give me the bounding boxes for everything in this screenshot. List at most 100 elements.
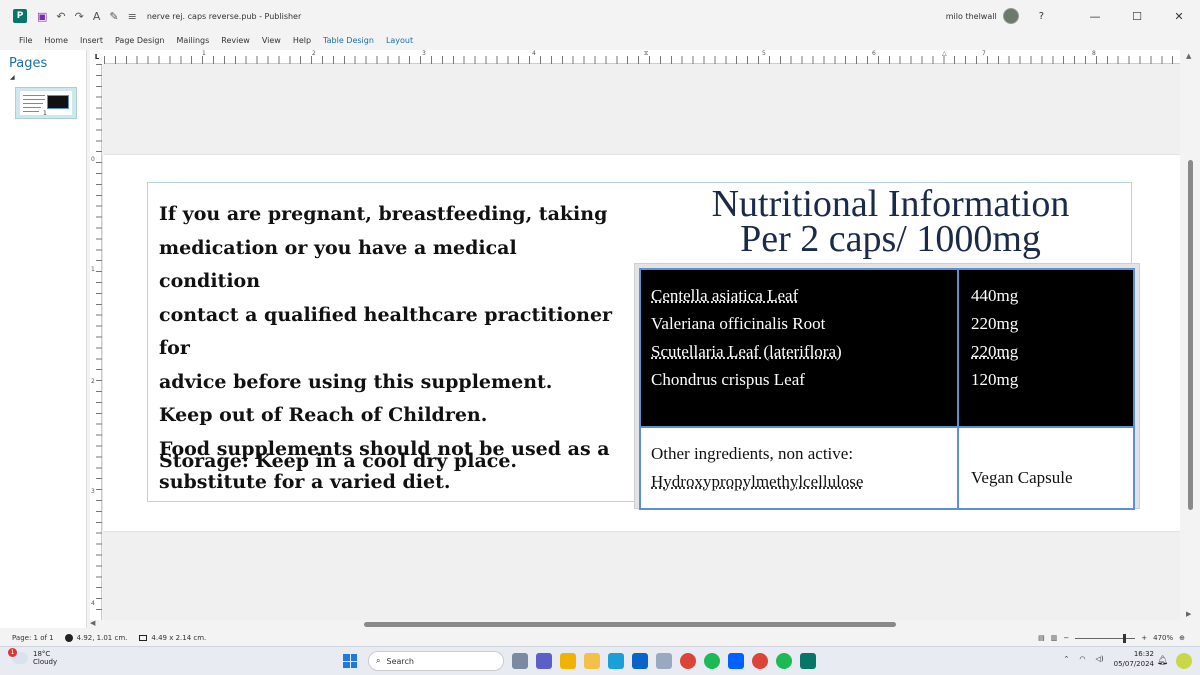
spotify-alt-icon[interactable]: [776, 653, 792, 669]
photos-icon[interactable]: [656, 653, 672, 669]
document-canvas[interactable]: If you are pregnant, breastfeeding, taki…: [103, 64, 1180, 620]
publisher-app-icon: P: [13, 9, 27, 23]
scroll-left-icon[interactable]: ◀: [90, 619, 95, 627]
cloud-icon: 1: [8, 648, 28, 664]
tab-insert[interactable]: Insert: [80, 36, 103, 45]
publisher-taskbar-icon[interactable]: [800, 653, 816, 669]
help-button[interactable]: ?: [1039, 11, 1044, 22]
collapse-arrow-icon[interactable]: ◢: [10, 74, 86, 81]
tab-mailings[interactable]: Mailings: [177, 36, 210, 45]
ruler-number: 5: [762, 50, 766, 57]
user-name[interactable]: milo thelwall: [946, 12, 997, 21]
nutritional-title-line1: Nutritional Information: [711, 183, 1070, 225]
ruler-indent-marker[interactable]: ⧖: [644, 50, 648, 58]
tab-table-design[interactable]: Table Design: [323, 36, 374, 45]
tab-layout[interactable]: Layout: [386, 36, 413, 45]
close-button[interactable]: ✕: [1158, 10, 1200, 23]
scroll-up-icon[interactable]: ▲: [1186, 52, 1191, 60]
spotify-icon[interactable]: [704, 653, 720, 669]
vertical-scrollbar[interactable]: ▲ ▶: [1180, 50, 1200, 628]
ingredient-cell[interactable]: Centella asiatica Leaf Valeriana officin…: [639, 268, 959, 428]
weather-widget[interactable]: 1 18°C Cloudy: [8, 648, 58, 666]
ingredient-amount: 220mg: [971, 314, 1019, 333]
tab-home[interactable]: Home: [44, 36, 68, 45]
format-painter-icon[interactable]: ✎: [109, 10, 118, 23]
volume-icon[interactable]: ◁): [1096, 655, 1104, 663]
chevron-up-icon[interactable]: ⌃: [1064, 655, 1070, 663]
time: 16:32: [1133, 650, 1154, 658]
status-bar: Page: 1 of 1 4.92, 1.01 cm. 4.49 x 2.14 …: [0, 630, 1200, 646]
dropbox-icon[interactable]: [728, 653, 744, 669]
nutritional-title[interactable]: Nutritional Information Per 2 caps/ 1000…: [663, 183, 1118, 258]
store-icon[interactable]: [560, 653, 576, 669]
window-title: nerve rej. caps reverse.pub - Publisher: [146, 11, 302, 21]
chrome-profile-icon[interactable]: [752, 653, 768, 669]
object-position: 4.92, 1.01 cm.: [76, 634, 128, 642]
zoom-level[interactable]: 470%: [1153, 634, 1173, 642]
tab-stop-selector[interactable]: L: [90, 50, 104, 64]
customize-toolbar-icon[interactable]: ≡: [128, 10, 137, 23]
avatar[interactable]: [1002, 8, 1019, 24]
vertical-ruler[interactable]: 0 1 2 3 4: [90, 64, 102, 620]
chrome-icon[interactable]: [680, 653, 696, 669]
task-view-icon[interactable]: [512, 653, 528, 669]
pages-title: Pages: [9, 56, 48, 71]
ingredient-name: Chondrus crispus Leaf: [651, 370, 805, 389]
ruler-number: 6: [872, 50, 876, 57]
horizontal-ruler[interactable]: 1 2 3 4 ⧖ 5 6 △ 7 8: [90, 50, 1180, 64]
single-page-view-icon[interactable]: ▤: [1038, 634, 1045, 642]
quick-access-toolbar: ▣ ↶ ↷ A ✎ ≡: [37, 10, 137, 23]
file-explorer-icon[interactable]: [584, 653, 600, 669]
weather-condition: Cloudy: [33, 658, 58, 666]
other-ingredients-cell[interactable]: Other ingredients, non active: Hydroxypr…: [639, 426, 959, 510]
storage-text[interactable]: Storage: Keep in a cool dry place.: [159, 450, 517, 472]
vertical-scroll-thumb[interactable]: [1188, 160, 1193, 510]
capsule-cell[interactable]: Vegan Capsule: [957, 426, 1135, 510]
tab-view[interactable]: View: [262, 36, 281, 45]
teams-icon[interactable]: [536, 653, 552, 669]
redo-icon[interactable]: ↷: [75, 10, 84, 23]
thumbnail-page-number: 1: [43, 110, 47, 117]
weather-app-icon[interactable]: [608, 653, 624, 669]
zoom-in-button[interactable]: +: [1141, 634, 1147, 642]
ruler-tab-marker[interactable]: △: [942, 50, 947, 57]
table-selection-frame[interactable]: Centella asiatica Leaf Valeriana officin…: [634, 263, 1140, 510]
warning-line: Keep out of Reach of Children.: [159, 404, 488, 426]
nutrition-table[interactable]: Centella asiatica Leaf Valeriana officin…: [639, 268, 1135, 510]
copilot-icon[interactable]: [1176, 653, 1192, 669]
two-page-view-icon[interactable]: ▥: [1051, 634, 1058, 642]
tab-review[interactable]: Review: [221, 36, 250, 45]
zoom-out-button[interactable]: −: [1063, 634, 1069, 642]
ingredient-name: Scutellaria Leaf (lateriflora): [651, 342, 842, 361]
save-icon[interactable]: ▣: [37, 10, 47, 23]
amount-cell[interactable]: 440mg 220mg 220mg 120mg: [957, 268, 1135, 428]
warning-line: contact a qualified healthcare practitio…: [159, 303, 613, 360]
undo-icon[interactable]: ↶: [56, 10, 65, 23]
tab-help[interactable]: Help: [293, 36, 311, 45]
clock[interactable]: 16:32 05/07/2024: [1114, 649, 1154, 669]
horizontal-scroll-thumb[interactable]: [364, 622, 896, 627]
scroll-right-icon[interactable]: ▶: [1186, 610, 1191, 618]
ruler-number: 2: [91, 378, 95, 385]
tab-page-design[interactable]: Page Design: [115, 36, 165, 45]
mail-icon[interactable]: [632, 653, 648, 669]
page-indicator[interactable]: Page: 1 of 1: [12, 634, 54, 642]
ruler-number: 3: [91, 488, 95, 495]
minimize-button[interactable]: —: [1074, 10, 1116, 23]
horizontal-scrollbar[interactable]: ◀: [90, 619, 1180, 630]
zoom-slider[interactable]: [1075, 633, 1136, 643]
publication-page[interactable]: If you are pregnant, breastfeeding, taki…: [103, 155, 1180, 531]
font-color-icon[interactable]: A: [93, 10, 101, 23]
taskbar: 1 18°C Cloudy ⌕ Search ⌃ ◠ ◁) 16:32 05/0…: [0, 646, 1200, 675]
ruler-number: 4: [91, 600, 95, 607]
wifi-icon[interactable]: ◠: [1079, 655, 1085, 663]
object-size: 4.49 x 2.14 cm.: [151, 634, 207, 642]
other-ingredients-label: Other ingredients, non active:: [651, 444, 854, 463]
maximize-button[interactable]: ☐: [1116, 10, 1158, 23]
fit-page-icon[interactable]: ⊕: [1179, 634, 1185, 642]
notification-bell-icon[interactable]: 🔔︎: [1157, 656, 1168, 666]
pages-pane: Pages ◢ 1: [0, 50, 87, 628]
tab-file[interactable]: File: [19, 36, 32, 45]
windows-start-icon[interactable]: [343, 654, 357, 668]
taskbar-search[interactable]: ⌕ Search: [368, 651, 504, 671]
